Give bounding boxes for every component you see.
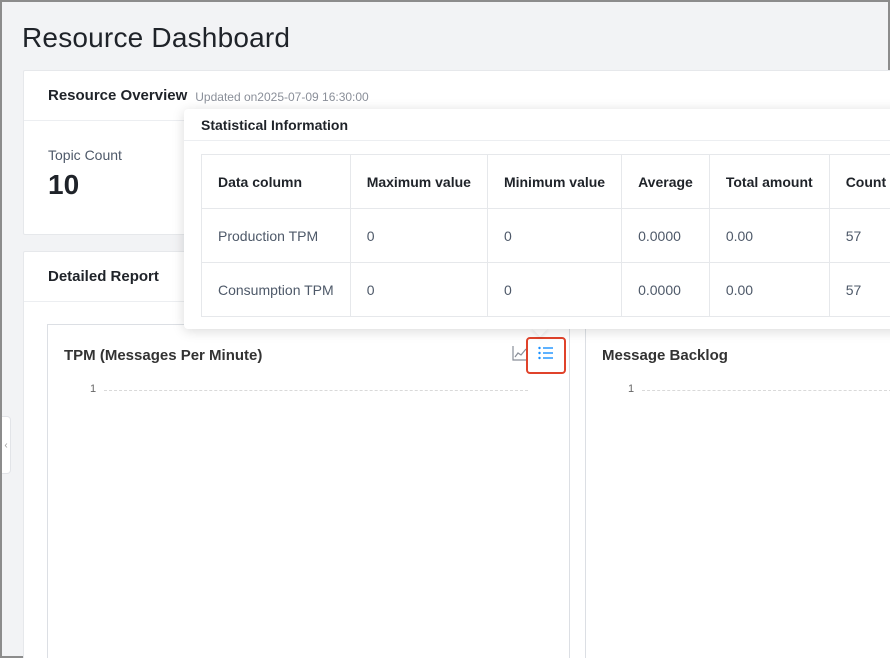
col-average: Average bbox=[621, 154, 710, 209]
popover-title: Statistical Information bbox=[184, 109, 890, 141]
updated-timestamp: Updated on2025-07-09 16:30:00 bbox=[195, 89, 369, 104]
cell-maximum-value: 0 bbox=[349, 208, 488, 263]
col-data-column: Data column bbox=[201, 154, 351, 209]
backlog-chart-panel: Message Backlog 1 bbox=[585, 324, 890, 658]
table-header-row: Data column Maximum value Minimum value … bbox=[201, 154, 890, 209]
chevron-left-icon: ‹ bbox=[4, 439, 8, 451]
backlog-y-tick: 1 bbox=[628, 383, 635, 395]
col-total-amount: Total amount bbox=[708, 154, 830, 209]
cell-count: 57 bbox=[828, 262, 890, 317]
cell-data-column: Production TPM bbox=[201, 208, 351, 263]
topic-count-value: 10 bbox=[48, 169, 80, 200]
tpm-y-tick: 1 bbox=[90, 383, 97, 395]
statistics-table: Data column Maximum value Minimum value … bbox=[201, 154, 890, 317]
tpm-chart-panel: TPM (Messages Per Minute) 1 bbox=[47, 324, 570, 658]
page-title: Resource Dashboard bbox=[22, 22, 291, 53]
cell-minimum-value: 0 bbox=[486, 208, 623, 263]
cell-average: 0.0000 bbox=[621, 262, 710, 317]
list-icon bbox=[538, 346, 554, 365]
cell-count: 57 bbox=[828, 208, 890, 263]
tpm-grid-line bbox=[104, 390, 528, 391]
statistics-list-button[interactable] bbox=[526, 337, 566, 374]
cell-total-amount: 0.00 bbox=[708, 208, 830, 263]
col-maximum-value: Maximum value bbox=[349, 154, 488, 209]
table-row: Production TPM 0 0 0.0000 0.00 57 bbox=[201, 208, 890, 263]
cell-average: 0.0000 bbox=[621, 208, 710, 263]
report-title: Detailed Report bbox=[48, 268, 159, 285]
cell-data-column: Consumption TPM bbox=[201, 262, 351, 317]
cell-total-amount: 0.00 bbox=[708, 262, 830, 317]
statistics-popover: Statistical Information Data column Maxi… bbox=[184, 109, 890, 329]
sidebar-toggle-handle[interactable]: ‹ bbox=[2, 416, 11, 474]
col-count: Count bbox=[828, 154, 890, 209]
cell-maximum-value: 0 bbox=[349, 262, 488, 317]
tpm-chart-title: TPM (Messages Per Minute) bbox=[64, 347, 263, 364]
backlog-chart-title: Message Backlog bbox=[602, 347, 728, 364]
topic-count-stat: Topic Count 10 bbox=[48, 147, 122, 201]
backlog-grid-line bbox=[642, 390, 890, 391]
topic-count-label: Topic Count bbox=[48, 147, 122, 163]
overview-title: Resource Overview bbox=[48, 87, 188, 104]
cell-minimum-value: 0 bbox=[486, 262, 623, 317]
table-row: Consumption TPM 0 0 0.0000 0.00 57 bbox=[201, 262, 890, 317]
col-minimum-value: Minimum value bbox=[486, 154, 623, 209]
